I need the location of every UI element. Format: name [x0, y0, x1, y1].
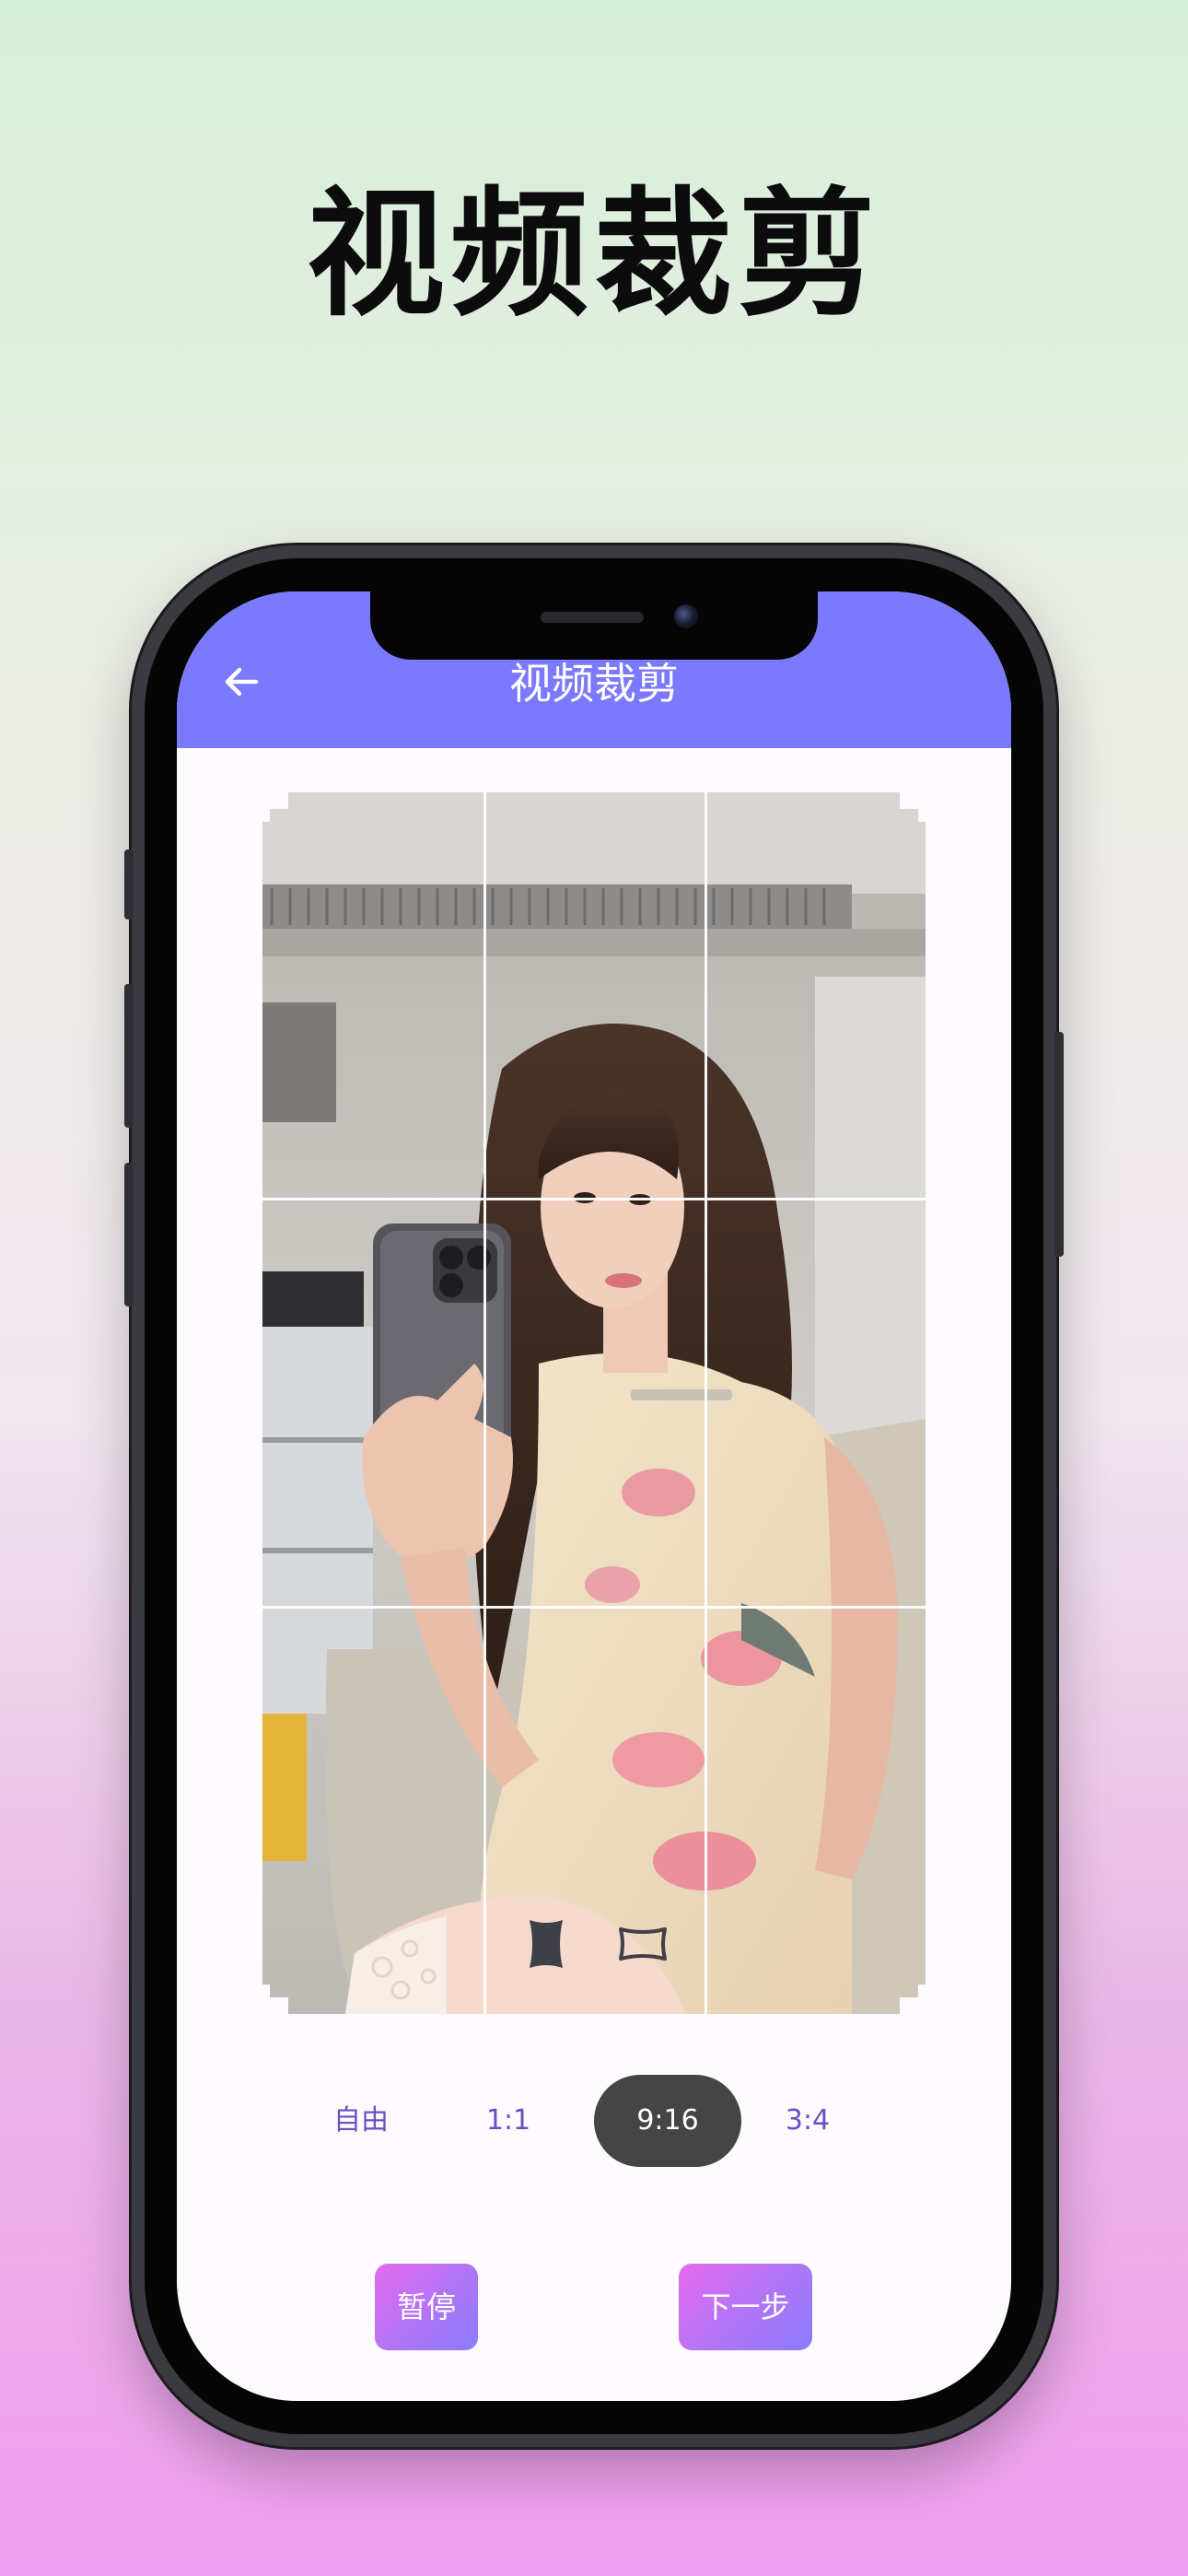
promo-headline: 视频裁剪 [306, 175, 881, 335]
grid-line-horizontal-1 [262, 1198, 926, 1200]
front-camera-icon [674, 604, 698, 628]
grid-line-vertical-2 [705, 792, 707, 2014]
next-step-button[interactable]: 下一步 [679, 2264, 812, 2350]
mute-switch [124, 849, 134, 919]
page-title: 视频裁剪 [509, 659, 679, 708]
phone-notch [370, 591, 818, 660]
ratio-options: 自由 1:1 9:16 3:4 [177, 2075, 1011, 2167]
ratio-9-16[interactable]: 9:16 [594, 2075, 741, 2167]
app-screen: 视频裁剪 自由 1:1 9:16 3:4 暂停 下一步 [177, 591, 1011, 2401]
crop-area[interactable] [262, 792, 926, 2014]
volume-down-button [124, 1163, 134, 1306]
portrait-orientation-button[interactable] [518, 1916, 574, 1972]
ratio-1-1[interactable]: 1:1 [453, 2075, 564, 2167]
grid-line-horizontal-2 [262, 1606, 926, 1609]
pause-button[interactable]: 暂停 [375, 2264, 478, 2350]
video-preview [262, 792, 926, 2014]
landscape-frame-icon [615, 1927, 670, 1975]
volume-up-button [124, 984, 134, 1128]
ratio-free[interactable]: 自由 [306, 2075, 416, 2167]
speaker-grille [541, 612, 644, 623]
ratio-3-4[interactable]: 3:4 [752, 2075, 863, 2167]
portrait-frame-icon [518, 1920, 574, 1975]
grid-line-vertical-1 [483, 792, 486, 2014]
landscape-orientation-button[interactable] [615, 1916, 670, 1972]
power-button [1054, 1032, 1064, 1257]
